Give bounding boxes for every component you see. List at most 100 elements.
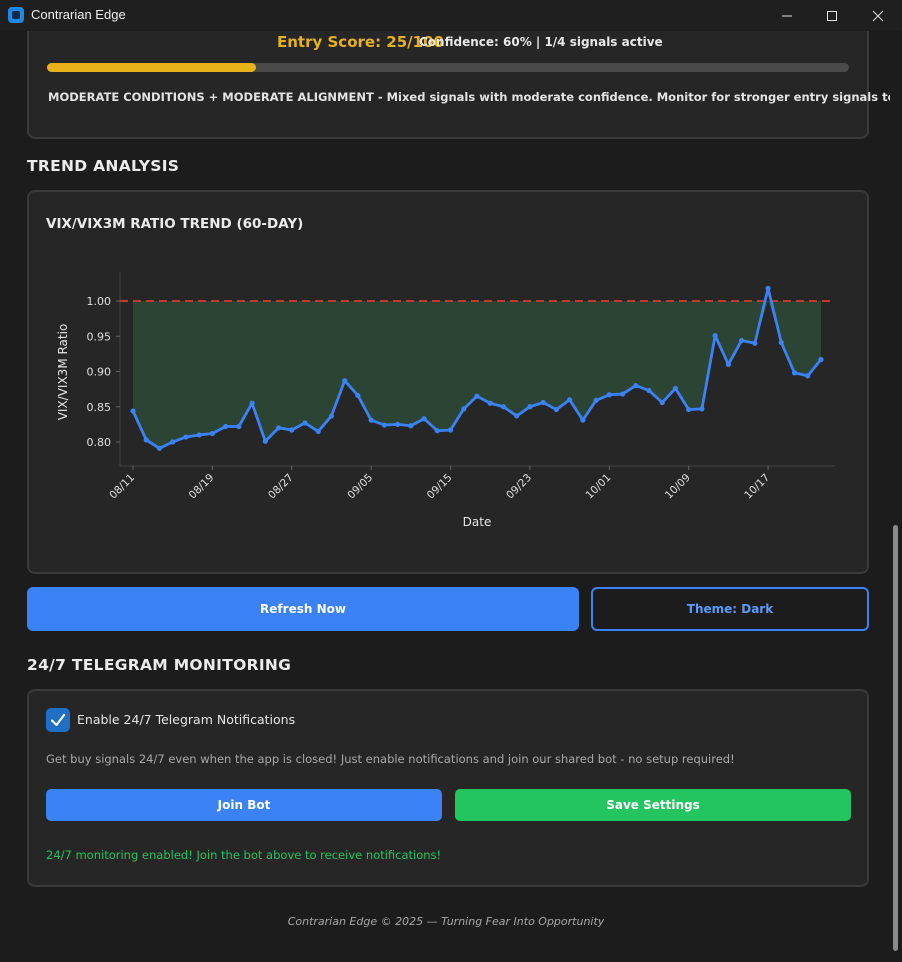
data-point: [540, 399, 546, 406]
data-point: [527, 404, 533, 410]
data-point: [739, 337, 745, 344]
trend-section-title: TREND ANALYSIS: [27, 157, 180, 175]
data-point: [461, 406, 467, 412]
save-settings-button[interactable]: Save Settings: [455, 789, 851, 821]
data-point: [567, 397, 573, 403]
minimize-button[interactable]: [764, 0, 810, 31]
x-tick-label: 09/05: [345, 472, 375, 502]
theme-toggle-button[interactable]: Theme: Dark: [591, 587, 869, 631]
data-point: [619, 391, 626, 397]
data-point: [275, 425, 282, 431]
scrollbar-thumb[interactable]: [893, 525, 898, 951]
data-point: [368, 417, 374, 423]
x-tick-label: 08/19: [187, 472, 217, 502]
entry-score-progress-fill: [47, 63, 256, 72]
refresh-button[interactable]: Refresh Now: [27, 587, 579, 631]
data-point: [328, 413, 335, 419]
conditions-summary: MODERATE CONDITIONS + MODERATE ALIGNMENT…: [48, 90, 890, 104]
data-point: [289, 427, 295, 433]
data-point: [381, 422, 387, 428]
data-point: [156, 445, 163, 451]
checkmark-icon: [50, 713, 66, 727]
data-point: [408, 423, 414, 429]
data-point: [791, 370, 798, 376]
maximize-icon: [827, 10, 837, 21]
data-point: [223, 423, 229, 430]
join-bot-button[interactable]: Join Bot: [46, 789, 442, 821]
data-point: [593, 397, 599, 404]
title-bar: Contrarian Edge: [0, 0, 902, 31]
data-point: [633, 383, 639, 389]
data-point: [606, 392, 612, 398]
data-point: [553, 406, 559, 413]
telegram-card: Enable 24/7 Telegram Notifications Get b…: [27, 689, 869, 887]
x-tick-label: 09/23: [504, 472, 534, 502]
ratio-trend-chart-card: VIX/VIX3M RATIO TREND (60-DAY) 0.80 0.85 0…: [27, 190, 869, 574]
data-point: [725, 361, 731, 368]
telegram-description: Get buy signals 24/7 even when the app i…: [46, 752, 735, 766]
data-point: [434, 428, 440, 434]
data-point: [196, 432, 202, 438]
data-point: [209, 430, 215, 437]
app-logo-icon: [8, 7, 24, 23]
maximize-button[interactable]: [809, 0, 855, 31]
y-tick-label: 0.95: [87, 330, 112, 343]
data-point: [514, 413, 520, 419]
enable-notifications-label: Enable 24/7 Telegram Notifications: [77, 712, 296, 727]
data-point: [500, 404, 507, 410]
y-axis-label: VIX/VIX3M Ratio: [56, 324, 70, 421]
enable-notifications-checkbox[interactable]: [46, 708, 70, 732]
data-point: [487, 400, 493, 406]
footer-text: Contrarian Edge © 2025 — Turning Fear In…: [287, 915, 605, 928]
data-point: [236, 423, 242, 430]
close-button[interactable]: [855, 0, 901, 31]
data-point: [646, 387, 652, 394]
x-tick-label: 10/01: [584, 472, 614, 502]
x-tick-label: 08/11: [107, 472, 137, 502]
minimize-icon: [782, 15, 792, 16]
data-point: [130, 408, 136, 414]
data-point: [580, 417, 586, 423]
y-tick-label: 0.90: [87, 366, 112, 379]
y-tick-label: 0.80: [87, 436, 112, 449]
data-point: [699, 406, 705, 412]
x-tick-label: 10/17: [742, 472, 772, 502]
telegram-status-message: 24/7 monitoring enabled! Join the bot ab…: [46, 848, 442, 862]
data-point: [474, 393, 480, 399]
data-point: [395, 421, 401, 427]
data-point: [818, 356, 824, 363]
entry-score-progress-bar: [47, 63, 849, 72]
ratio-trend-chart: 0.80 0.85 0.90 0.95 1.00 08/11 08/19 08/27 09/05…: [56, 272, 835, 529]
window-title: Contrarian Edge: [31, 7, 126, 22]
data-point: [447, 427, 454, 433]
data-point: [672, 385, 679, 392]
x-axis-label: Date: [463, 515, 492, 529]
confidence-text: Confidence: 60% | 1/4 signals active: [419, 35, 663, 49]
data-point: [262, 438, 268, 444]
data-point: [342, 378, 348, 384]
data-point: [315, 428, 321, 435]
x-tick-label: 09/15: [425, 472, 455, 502]
data-point: [659, 399, 665, 406]
data-point: [778, 339, 784, 346]
data-point: [765, 285, 771, 291]
data-point: [170, 439, 176, 445]
y-tick-label: 1.00: [87, 295, 112, 308]
data-point: [421, 416, 427, 422]
data-point: [143, 437, 149, 443]
entry-score-card: Entry Score: 25/100 Confidence: 60% | 1/…: [27, 31, 890, 139]
y-tick-label: 0.85: [87, 401, 112, 414]
data-point: [302, 420, 308, 426]
data-point: [249, 400, 255, 406]
main-content: Entry Score: 25/100 Confidence: 60% | 1/…: [2, 31, 890, 960]
telegram-section-title: 24/7 TELEGRAM MONITORING: [27, 656, 292, 674]
close-icon: [872, 10, 884, 21]
data-point: [712, 332, 718, 339]
data-point: [752, 340, 758, 346]
data-point: [805, 373, 811, 379]
x-tick-label: 08/27: [266, 472, 296, 502]
data-point: [183, 434, 189, 440]
x-tick-label: 10/09: [663, 472, 693, 502]
data-point: [355, 392, 361, 399]
data-point: [686, 406, 692, 413]
